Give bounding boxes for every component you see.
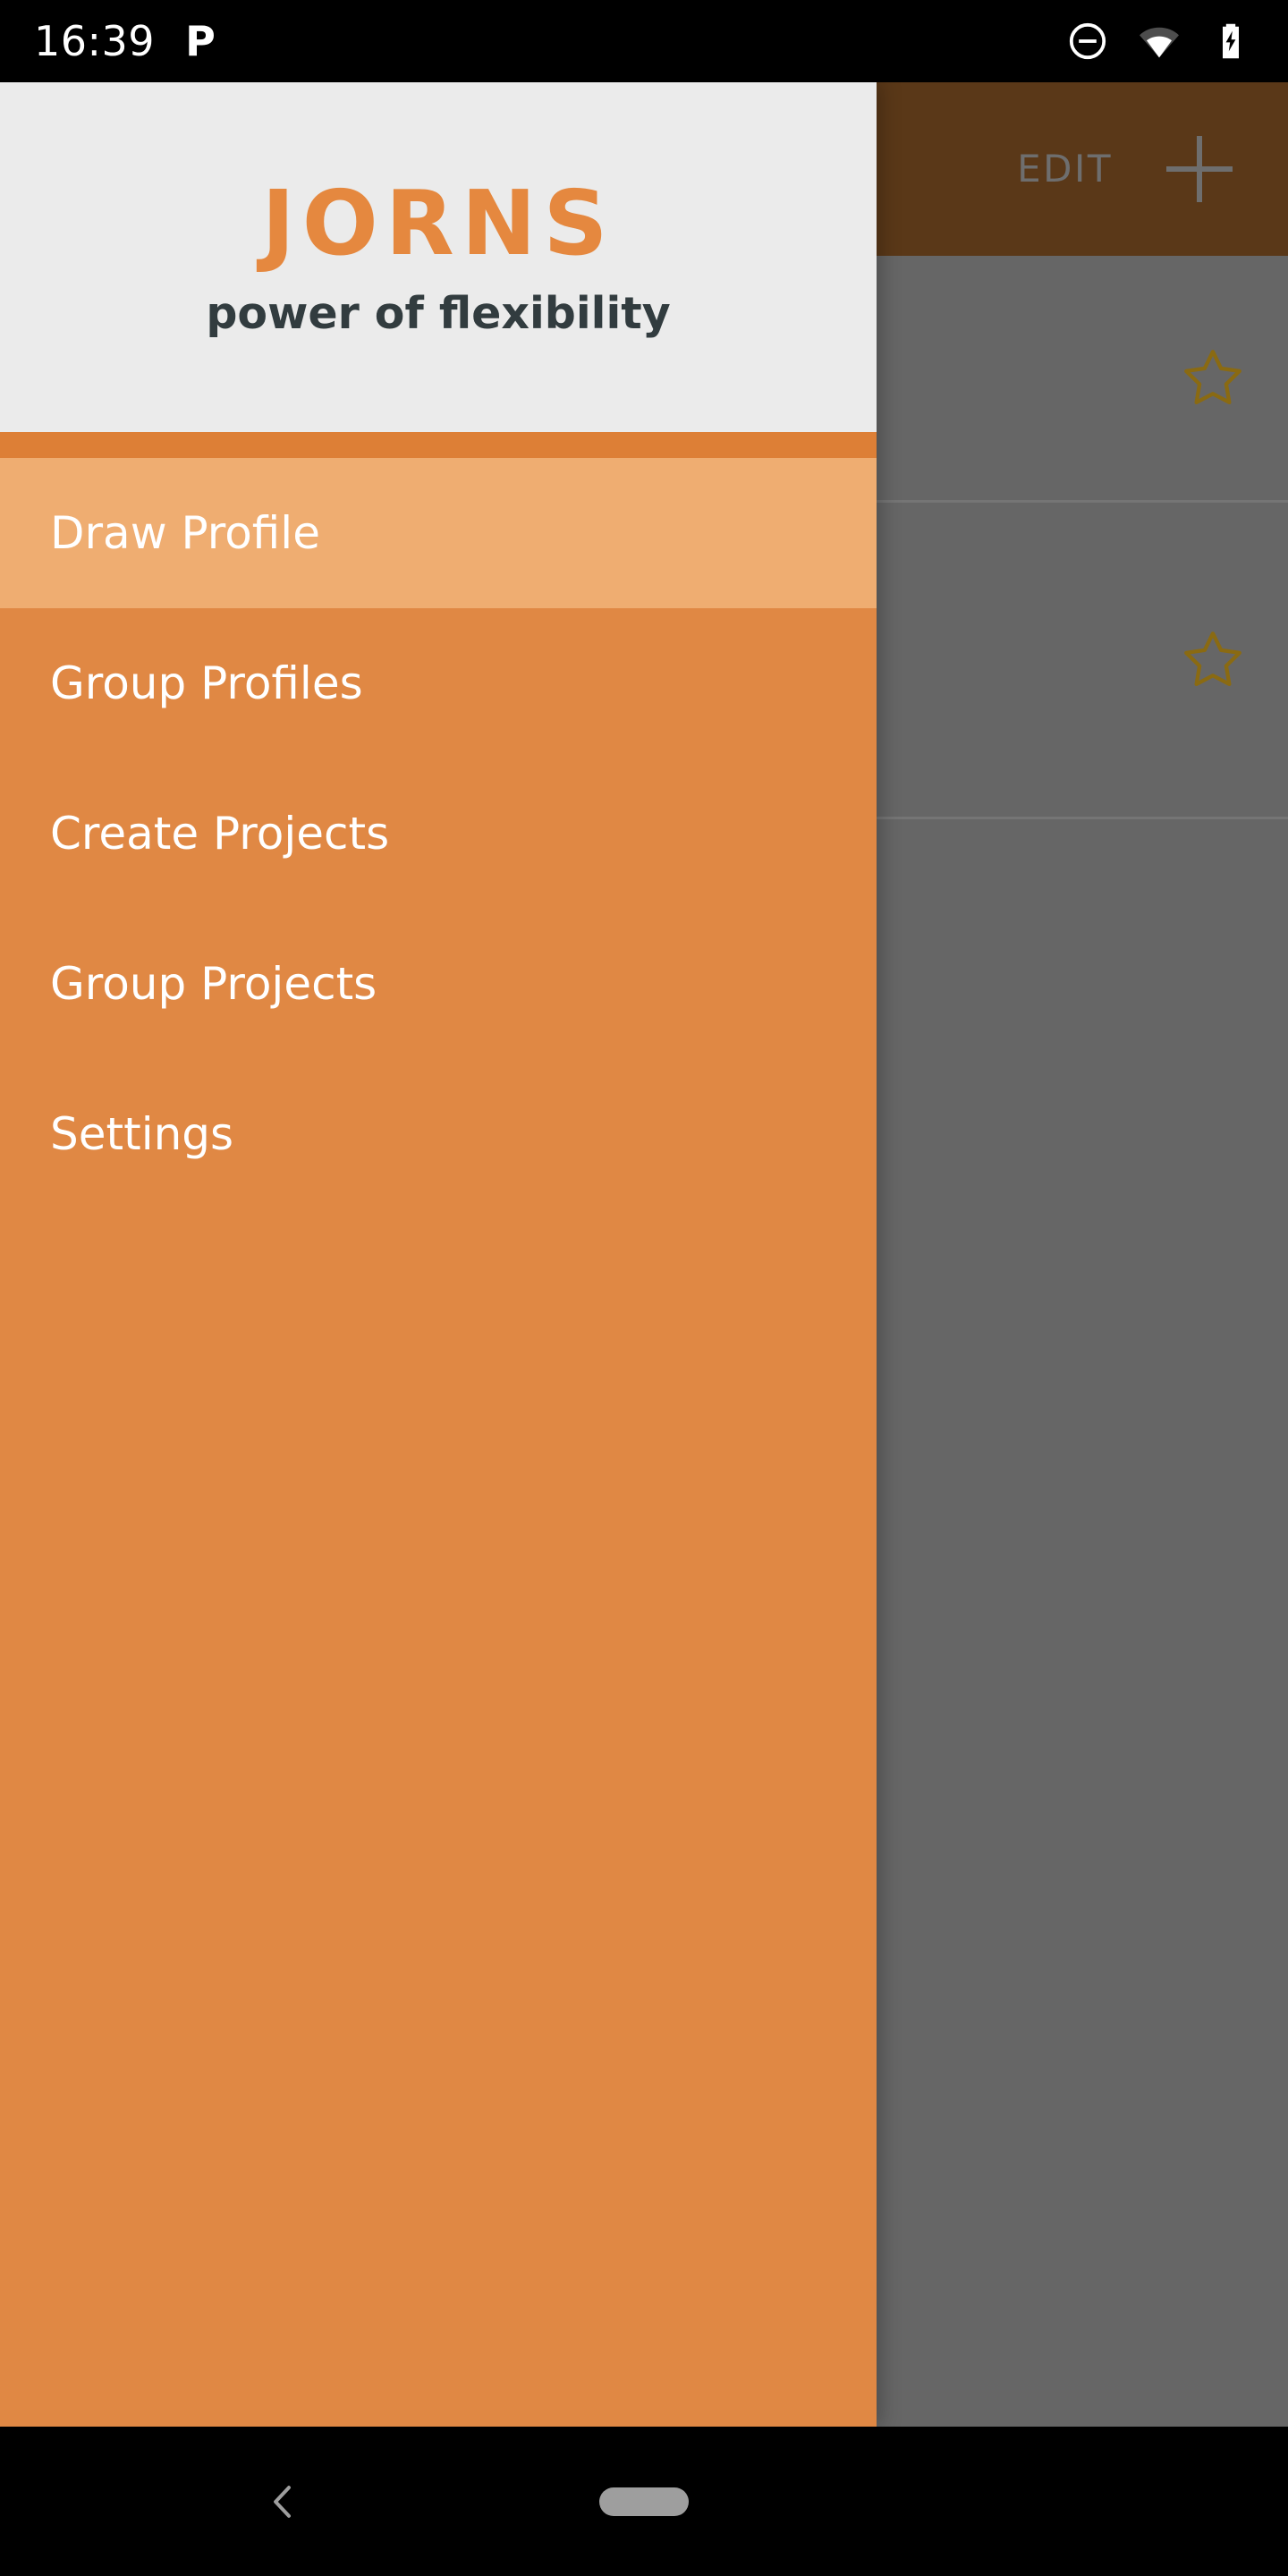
battery-charging-icon (1223, 23, 1239, 59)
edit-button[interactable]: EDIT (1017, 150, 1113, 188)
star-outline-icon[interactable] (1179, 626, 1247, 694)
android-navigation-bar (0, 2427, 1288, 2576)
navigation-drawer: JORNS power of flexibility Draw Profile … (0, 82, 877, 2427)
drawer-divider (0, 432, 877, 458)
drawer-item-label: Draw Profile (50, 507, 320, 559)
status-bar-clock: 16:39 (34, 17, 156, 65)
drawer-item-label: Group Projects (50, 958, 377, 1010)
status-bar: 16:39 P (0, 0, 1288, 82)
drawer-item-draw-profile[interactable]: Draw Profile (0, 458, 877, 608)
drawer-item-label: Settings (50, 1108, 234, 1160)
drawer-item-settings[interactable]: Settings (0, 1059, 877, 1209)
star-outline-icon[interactable] (1179, 344, 1247, 412)
drawer-item-label: Create Projects (50, 808, 390, 860)
drawer-item-label: Group Profiles (50, 657, 363, 709)
back-chevron-icon[interactable] (258, 2477, 308, 2527)
drawer-header: JORNS power of flexibility (0, 82, 877, 432)
status-bar-icons (1066, 20, 1252, 63)
do-not-disturb-icon (1069, 22, 1106, 60)
drawer-menu: Draw Profile Group Profiles Create Proje… (0, 458, 877, 1209)
plus-icon[interactable] (1166, 136, 1233, 202)
parking-p-icon: P (185, 17, 216, 65)
drawer-item-group-projects[interactable]: Group Projects (0, 909, 877, 1059)
brand-logo: JORNS (261, 171, 615, 275)
brand-tagline: power of flexibility (206, 288, 671, 339)
drawer-item-group-profiles[interactable]: Group Profiles (0, 608, 877, 758)
drawer-item-create-projects[interactable]: Create Projects (0, 758, 877, 909)
wifi-icon (1140, 27, 1179, 58)
home-pill-icon[interactable] (599, 2487, 689, 2516)
phone-screen: EDIT JORNS power of flexibility Draw Pro… (0, 0, 1288, 2576)
